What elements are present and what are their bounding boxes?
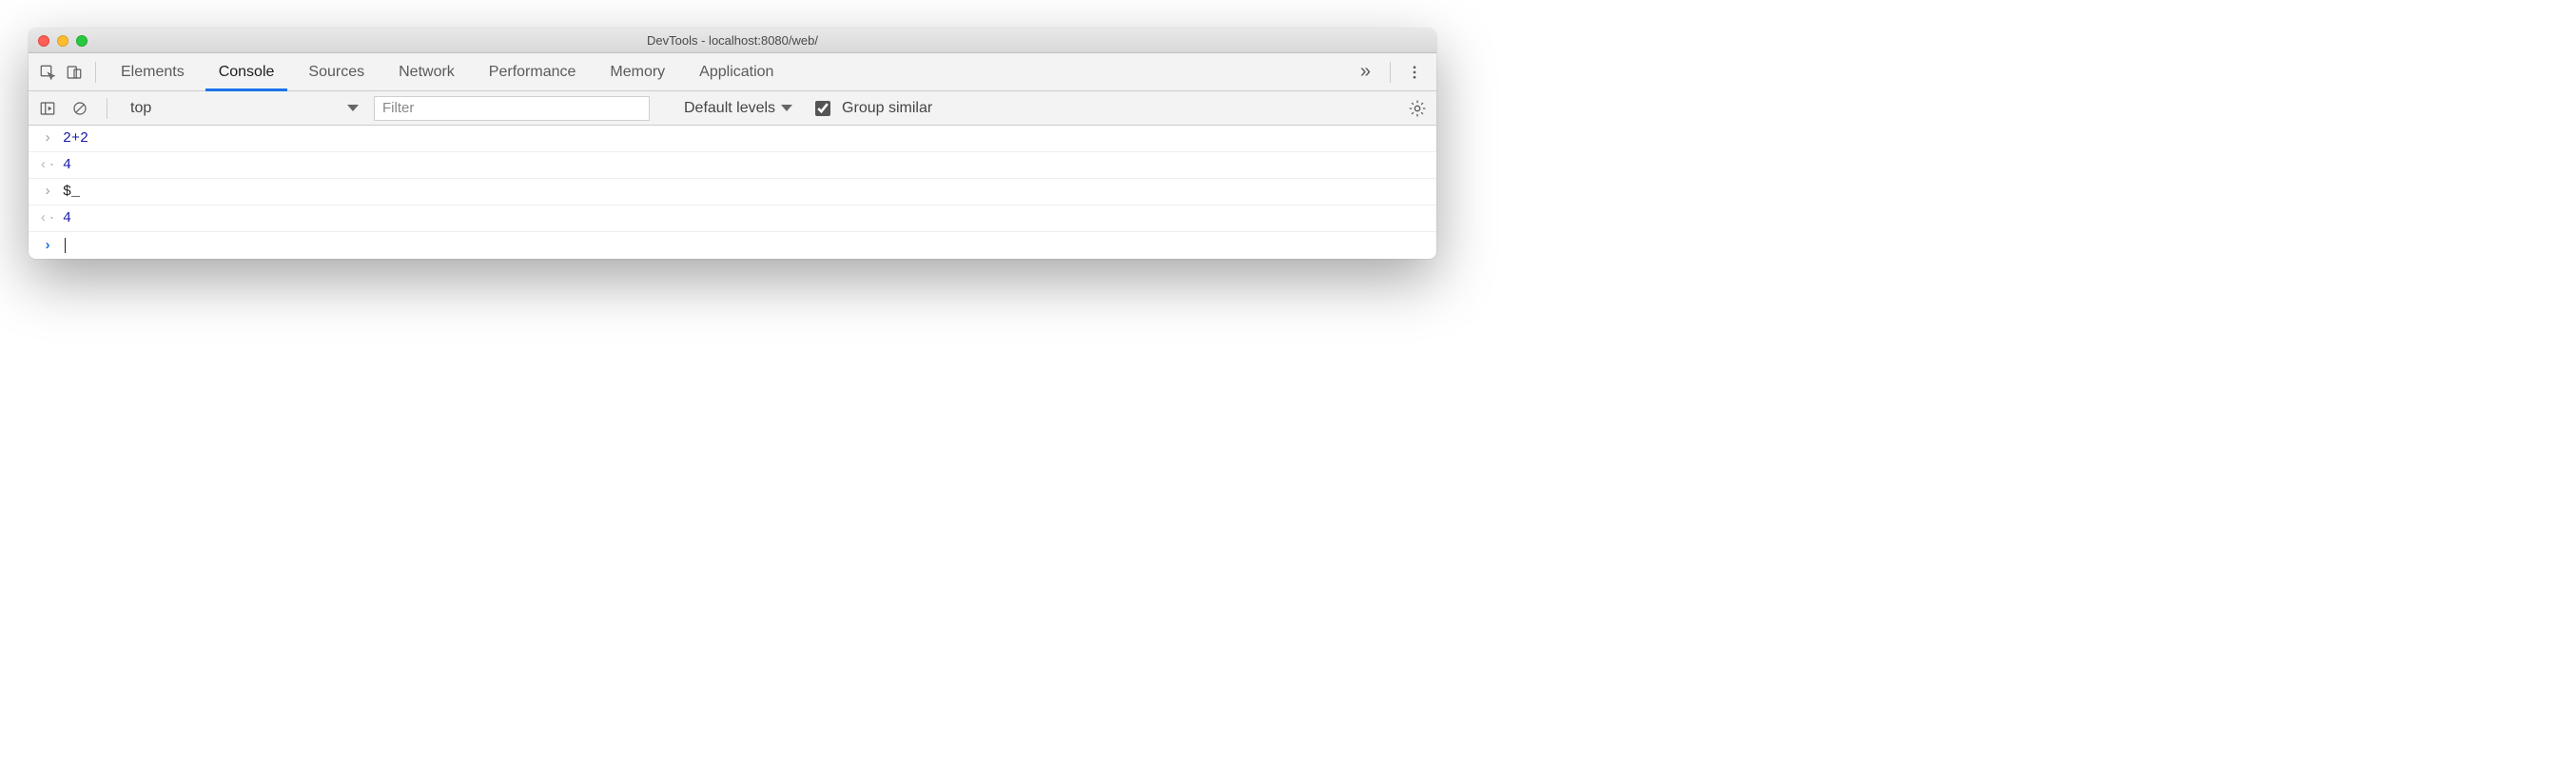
inspect-element-icon[interactable] xyxy=(34,59,61,86)
group-similar-checkbox[interactable] xyxy=(815,101,830,116)
devtools-tabs-row: Elements Console Sources Network Perform… xyxy=(29,53,1436,91)
tab-label: Memory xyxy=(610,64,665,81)
console-result-row: ‹· 4 xyxy=(29,152,1436,179)
tab-console[interactable]: Console xyxy=(202,53,292,90)
console-input-row: › 2+2 xyxy=(29,126,1436,152)
more-tabs-button[interactable]: » xyxy=(1349,61,1382,83)
panel-tabs: Elements Console Sources Network Perform… xyxy=(104,53,1349,90)
tab-performance[interactable]: Performance xyxy=(472,53,594,90)
console-output: › 2+2 ‹· 4 › $_ ‹· 4 › xyxy=(29,126,1436,259)
tab-label: Sources xyxy=(308,64,364,81)
console-result-row: ‹· 4 xyxy=(29,206,1436,232)
tab-label: Console xyxy=(219,64,275,81)
console-entry-text: 2+2 xyxy=(57,130,88,147)
divider xyxy=(95,62,96,83)
console-live-prompt[interactable]: › xyxy=(29,232,1436,259)
input-prompt-icon: › xyxy=(38,238,57,254)
devtools-window: DevTools - localhost:8080/web/ Elements … xyxy=(29,29,1436,259)
console-filter-input[interactable] xyxy=(374,96,650,121)
minimize-window-button[interactable] xyxy=(57,35,68,47)
device-toolbar-icon[interactable] xyxy=(61,59,88,86)
window-titlebar: DevTools - localhost:8080/web/ xyxy=(29,29,1436,53)
text-cursor xyxy=(65,238,66,253)
input-prompt-icon: › xyxy=(38,184,57,200)
group-similar-label: Group similar xyxy=(842,100,932,117)
overflow-glyph: » xyxy=(1360,61,1371,82)
console-input-area[interactable] xyxy=(57,238,66,254)
console-entry-text: 4 xyxy=(57,210,71,226)
tab-label: Elements xyxy=(121,64,185,81)
levels-label: Default levels xyxy=(684,100,775,117)
tab-label: Performance xyxy=(489,64,576,81)
traffic-lights xyxy=(29,35,88,47)
tab-memory[interactable]: Memory xyxy=(593,53,682,90)
tab-network[interactable]: Network xyxy=(381,53,472,90)
tab-label: Application xyxy=(699,64,773,81)
log-levels-select[interactable]: Default levels xyxy=(674,100,802,117)
close-window-button[interactable] xyxy=(38,35,49,47)
input-prompt-icon: › xyxy=(38,130,57,147)
tab-elements[interactable]: Elements xyxy=(104,53,202,90)
toggle-drawer-icon[interactable] xyxy=(34,95,61,122)
settings-menu-button[interactable] xyxy=(1398,56,1431,88)
result-prompt-icon: ‹· xyxy=(38,210,57,226)
tab-label: Network xyxy=(399,64,455,81)
console-settings-icon[interactable] xyxy=(1404,95,1431,122)
console-toolbar: top Default levels Group similar xyxy=(29,91,1436,126)
chevron-down-icon xyxy=(781,105,792,111)
console-input-row: › $_ xyxy=(29,179,1436,206)
chevron-down-icon xyxy=(347,105,359,111)
zoom-window-button[interactable] xyxy=(76,35,88,47)
window-title: DevTools - localhost:8080/web/ xyxy=(29,33,1436,48)
tab-application[interactable]: Application xyxy=(682,53,790,90)
divider xyxy=(1390,62,1391,83)
context-selected-label: top xyxy=(130,100,151,117)
result-prompt-icon: ‹· xyxy=(38,157,57,173)
console-entry-text: 4 xyxy=(57,157,71,173)
tab-sources[interactable]: Sources xyxy=(291,53,381,90)
clear-console-icon[interactable] xyxy=(67,95,93,122)
console-entry-text: $_ xyxy=(57,184,80,200)
execution-context-select[interactable]: top xyxy=(121,100,368,117)
